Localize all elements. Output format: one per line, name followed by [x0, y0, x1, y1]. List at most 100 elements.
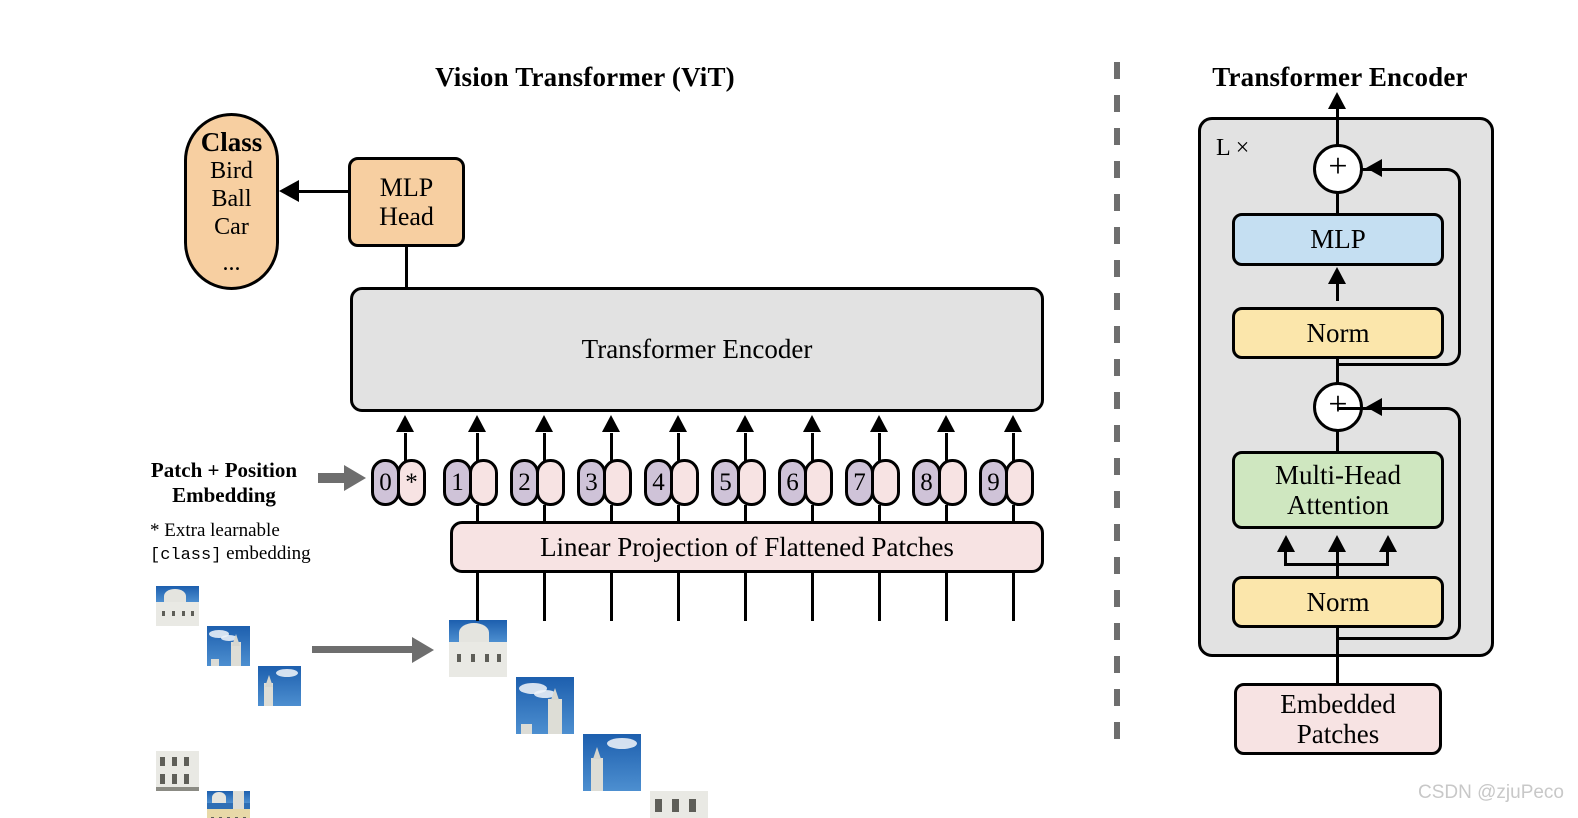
- panel-divider: [1114, 62, 1120, 752]
- note-line-1: * Extra learnable: [150, 520, 280, 541]
- position-pill-8: 8: [912, 459, 941, 506]
- norm-bottom-box: Norm: [1232, 576, 1444, 628]
- mlp-head-to-class-line: [299, 190, 349, 193]
- flat-patch-1: [516, 677, 574, 734]
- qkv-right-stem: [1386, 551, 1389, 565]
- norm-top-to-mlp-line: [1336, 283, 1339, 301]
- attention-label-line2: Attention: [1287, 490, 1389, 520]
- projection-to-patch-8-line: [945, 571, 948, 621]
- norm-bottom-label: Norm: [1306, 586, 1370, 617]
- patch-position-embedding-label: Patch + Position Embedding: [134, 458, 314, 508]
- token-2-to-encoder-line: [543, 433, 546, 461]
- mlp-label: MLP: [1310, 224, 1366, 255]
- token-8-to-encoder-line: [945, 433, 948, 461]
- source-patch-2: [258, 666, 301, 706]
- class-item-bird: Bird: [210, 158, 253, 185]
- token-9-to-projection-line: [1012, 505, 1015, 523]
- class-item-car: Car: [214, 213, 249, 240]
- cls-token-pill: *: [397, 459, 426, 506]
- source-patch-0: [156, 586, 199, 626]
- token-0-to-encoder-arrow: [396, 415, 414, 432]
- left-panel-title: Vision Transformer (ViT): [435, 62, 735, 92]
- token-7-to-projection-line: [878, 505, 881, 523]
- transformer-encoder-box: Transformer Encoder: [350, 287, 1044, 412]
- source-image-patch-grid: [156, 586, 301, 818]
- projection-to-patch-3-line: [610, 571, 613, 621]
- token-3-to-encoder-arrow: [602, 415, 620, 432]
- token-5-to-projection-line: [744, 505, 747, 523]
- projection-to-patch-1-line: [476, 571, 479, 621]
- token-8-to-encoder-arrow: [937, 415, 955, 432]
- position-pill-5: 5: [711, 459, 740, 506]
- embedding-pointer-arrowhead: [344, 465, 366, 491]
- image-to-patches-arrow-line: [312, 646, 412, 653]
- token-1-to-encoder-arrow: [468, 415, 486, 432]
- position-pill-2: 2: [510, 459, 539, 506]
- token-4-to-encoder-line: [677, 433, 680, 461]
- position-pill-3: 3: [577, 459, 606, 506]
- source-patch-4: [207, 791, 250, 818]
- mlp-head-to-encoder-line: [405, 247, 408, 289]
- source-patch-1: [207, 626, 250, 666]
- token-2-to-projection-line: [543, 505, 546, 523]
- token-6-to-encoder-line: [811, 433, 814, 461]
- note-line-2: [class] embedding: [150, 542, 340, 567]
- position-pill-2-label: 2: [518, 469, 531, 496]
- projection-to-patch-5-line: [744, 571, 747, 621]
- mlp-box: MLP: [1232, 213, 1444, 266]
- token-5-to-encoder-arrow: [736, 415, 754, 432]
- position-pill-7: 7: [845, 459, 874, 506]
- embedding-pointer-line: [318, 473, 344, 483]
- position-pill-4-label: 4: [652, 469, 665, 496]
- encoder-output-arrow: [1328, 92, 1346, 109]
- linear-projection-label: Linear Projection of Flattened Patches: [540, 531, 954, 562]
- flat-patch-3: [650, 791, 708, 818]
- class-title: Class: [200, 127, 263, 158]
- flat-patch-0: [449, 620, 507, 677]
- embedded-patches-to-norm-line: [1336, 627, 1339, 684]
- position-pill-7-label: 7: [853, 469, 866, 496]
- token-0-to-encoder-line: [404, 433, 407, 461]
- patch-pill-8: [938, 459, 967, 506]
- attention-label-line1: Multi-Head: [1275, 459, 1401, 490]
- flattened-patch-row: [449, 620, 1045, 818]
- patch-pill-4: [670, 459, 699, 506]
- patch-pill-6: [804, 459, 833, 506]
- cls-token-star: *: [405, 469, 418, 496]
- mlp-head-to-class-arrowhead: [279, 180, 299, 202]
- attention-to-add-line: [1336, 430, 1339, 452]
- projection-to-patch-9-line: [1012, 571, 1015, 621]
- flat-patch-2: [583, 734, 641, 791]
- position-pill-3-label: 3: [585, 469, 598, 496]
- position-pill-6-label: 6: [786, 469, 799, 496]
- embedding-label-line1: Patch + Position: [150, 458, 298, 482]
- projection-to-patch-6-line: [811, 571, 814, 621]
- token-1-to-encoder-line: [476, 433, 479, 461]
- extra-learnable-note: * Extra learnable [class] embedding: [150, 519, 340, 567]
- embedded-patches-box: Embedded Patches: [1234, 683, 1442, 755]
- position-pill-0-label: 0: [379, 469, 392, 496]
- projection-to-patch-7-line: [878, 571, 881, 621]
- vit-architecture-figure: Vision Transformer (ViT) Class Bird Ball…: [0, 0, 1578, 818]
- norm-top-label: Norm: [1306, 317, 1370, 348]
- patch-pill-3: [603, 459, 632, 506]
- linear-projection-box: Linear Projection of Flattened Patches: [450, 521, 1044, 573]
- qkv-left-arrow: [1277, 535, 1295, 552]
- image-to-patches-arrowhead: [412, 637, 434, 663]
- note-line-2-rest: embedding: [221, 543, 311, 565]
- token-7-to-encoder-line: [878, 433, 881, 461]
- source-patch-3: [156, 751, 199, 791]
- embedded-patches-line2: Patches: [1296, 719, 1380, 749]
- attention-residual-arrowhead: [1366, 398, 1382, 416]
- token-7-to-encoder-arrow: [870, 415, 888, 432]
- class-output-capsule: Class Bird Ball Car ...: [184, 113, 279, 290]
- mlp-add-symbol: +: [1328, 148, 1348, 185]
- position-pill-4: 4: [644, 459, 673, 506]
- patch-pill-7: [871, 459, 900, 506]
- qkv-mid-stem: [1336, 551, 1339, 576]
- class-item-ball: Ball: [211, 185, 252, 212]
- mlp-head-label-line1: MLP: [379, 172, 434, 202]
- mlp-residual-add-circle: +: [1313, 144, 1363, 194]
- qkv-mid-arrow: [1328, 535, 1346, 552]
- token-4-to-projection-line: [677, 505, 680, 523]
